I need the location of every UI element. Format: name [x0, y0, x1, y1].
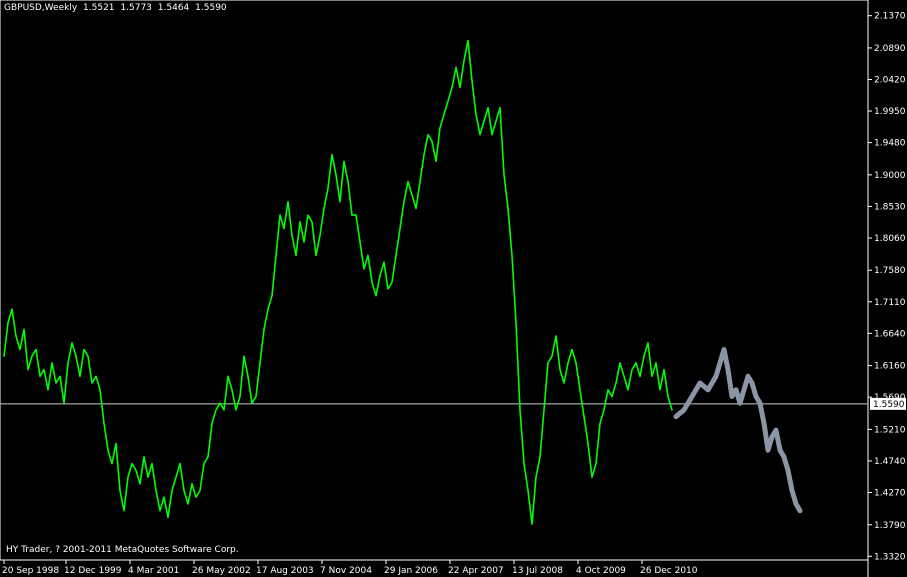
- copyright-text: HY Trader, ? 2001-2011 MetaQuotes Softwa…: [6, 545, 239, 555]
- y-tick-label: 1.3790: [874, 521, 906, 531]
- y-tick-label: 1.6160: [874, 362, 906, 372]
- x-tick-label: 29 Jan 2006: [384, 566, 438, 576]
- y-tick-label: 1.7580: [874, 266, 906, 276]
- x-tick-label: 13 Jul 2008: [512, 566, 563, 576]
- y-tick-label: 1.3320: [874, 552, 906, 562]
- y-tick-label: 1.8530: [874, 202, 906, 212]
- y-tick-label: 1.8060: [874, 234, 906, 244]
- x-tick-label: 26 Dec 2010: [640, 566, 698, 576]
- y-tick-label: 1.6640: [874, 329, 906, 339]
- x-tick-label: 26 May 2002: [192, 566, 251, 576]
- current-price-label: 1.5590: [873, 400, 905, 410]
- y-tick-label: 1.4740: [874, 457, 906, 467]
- x-tick-label: 7 Nov 2004: [320, 566, 372, 576]
- x-tick-label: 4 Oct 2009: [576, 566, 626, 576]
- time-axis: 20 Sep 1998 12 Dec 1999 4 Mar 2001 26 May 2…: [2, 560, 698, 576]
- y-tick-label: 2.0420: [874, 75, 906, 85]
- plot-frame: [0, 0, 869, 561]
- y-tick-label: 1.5210: [874, 425, 906, 435]
- y-tick-label: 2.1370: [874, 12, 906, 22]
- projection-series-line: [673, 347, 803, 514]
- x-tick-label: 22 Apr 2007: [448, 566, 504, 576]
- chart-area: GBPUSD,Weekly 1.5521 1.5773 1.5464 1.559…: [0, 0, 907, 577]
- x-tick-label: 12 Dec 1999: [64, 566, 122, 576]
- x-tick-label: 20 Sep 1998: [2, 566, 59, 576]
- x-tick-label: 17 Aug 2003: [256, 566, 314, 576]
- price-axis: 2.1370 2.0890 2.0420 1.9950 1.9480 1.9000 1.85…: [868, 12, 906, 562]
- x-tick-label: 4 Mar 2001: [128, 566, 179, 576]
- y-tick-label: 1.4270: [874, 489, 906, 499]
- y-tick-label: 2.0890: [874, 44, 906, 54]
- y-tick-label: 1.7110: [874, 298, 906, 308]
- y-tick-label: 1.9000: [874, 171, 906, 181]
- y-tick-label: 1.9480: [874, 139, 906, 149]
- series-layer: [3, 39, 803, 525]
- price-series-line: [3, 39, 673, 525]
- price-chart: 2.1370 2.0890 2.0420 1.9950 1.9480 1.9000 1.85…: [0, 0, 906, 577]
- y-tick-label: 1.9950: [874, 107, 906, 117]
